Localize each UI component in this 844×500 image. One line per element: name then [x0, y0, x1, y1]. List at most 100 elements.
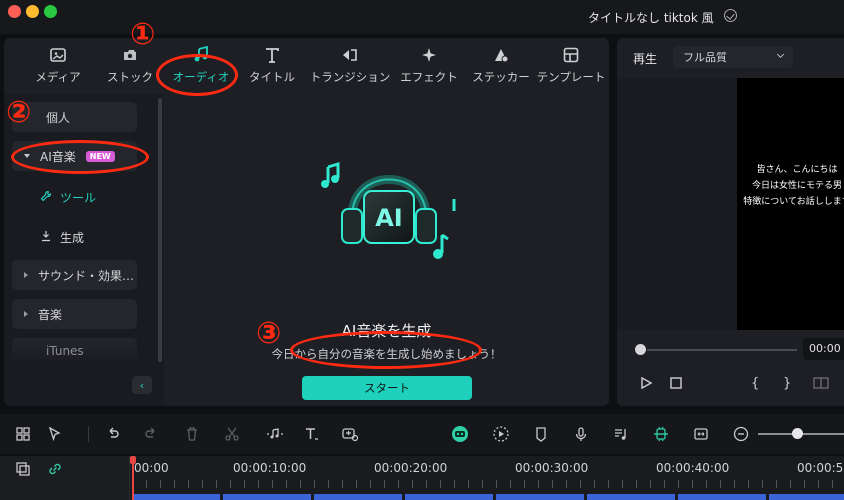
link-icon[interactable] — [46, 460, 64, 478]
tab-label: タイトル — [249, 70, 295, 84]
collapse-sidebar-button[interactable]: ‹ — [132, 376, 152, 394]
ai-headphones-icon: AI — [321, 161, 456, 259]
ai-assistant-icon[interactable] — [451, 425, 469, 443]
sidebar-item-label: iTunes — [46, 344, 84, 358]
transition-icon — [339, 44, 361, 66]
tab-label: ステッカー — [472, 70, 530, 84]
zoom-out-icon[interactable] — [732, 425, 750, 443]
tab-titles[interactable]: タイトル — [244, 44, 300, 92]
ruler-ticks — [132, 480, 844, 488]
minimize-window-button[interactable] — [26, 5, 39, 18]
template-icon — [560, 44, 582, 66]
caret-right-icon — [24, 311, 28, 317]
stop-icon[interactable] — [669, 376, 683, 394]
zoom-slider-handle[interactable] — [792, 428, 803, 439]
svg-text:AI: AI — [375, 204, 403, 232]
caption-line: 皆さん、こんにちは — [756, 165, 838, 175]
music-list-icon[interactable] — [612, 425, 630, 443]
check-circle-icon[interactable] — [724, 9, 737, 22]
track-header — [0, 456, 130, 500]
start-button[interactable]: スタート — [302, 376, 472, 400]
tab-label: ストック — [107, 70, 153, 84]
quality-select[interactable]: フル品質 — [673, 46, 793, 68]
marker-icon[interactable] — [532, 425, 550, 443]
tab-effects[interactable]: エフェクト — [398, 44, 460, 92]
preview-panel: 再生 フル品質 皆さん、こんにちは 今日は女性にモテる男 特徴についてお話ししま… — [617, 38, 844, 406]
text-tool-icon[interactable] — [303, 425, 321, 443]
annotation-circle-audio-tab — [156, 54, 238, 96]
ruler-label: 00:00:5 — [797, 461, 844, 475]
sidebar-scrollbar[interactable] — [158, 98, 162, 362]
video-clip-track[interactable] — [132, 494, 844, 500]
split-view-icon[interactable] — [813, 376, 829, 394]
media-icon — [47, 44, 69, 66]
chevron-down-icon — [776, 50, 785, 59]
annotation-number-one: ① — [130, 17, 156, 52]
sidebar-item-music[interactable]: 音楽 — [12, 299, 137, 329]
tab-templates[interactable]: テンプレート — [535, 44, 607, 92]
sidebar-item-label: ツール — [60, 191, 97, 205]
playback-label: 再生 — [633, 52, 658, 66]
sidebar-item-generate[interactable]: 生成 — [40, 229, 84, 246]
chevron-left-icon: ‹ — [139, 378, 145, 392]
ruler-label: 00:00:30:00 — [515, 461, 589, 475]
current-time: 00:00 — [803, 338, 844, 360]
playback-controls: 00:00 { } — [617, 330, 844, 406]
ruler-label: 00:00:40:00 — [656, 461, 730, 475]
ai-cutout-icon[interactable] — [652, 425, 670, 443]
sidebar-item-label: 生成 — [60, 231, 85, 245]
library-tabs: メディア ストック オーディオ タイトル トランジション エフェクト ステッカー… — [4, 38, 609, 94]
sticker-icon — [490, 44, 512, 66]
annotation-number-two: ② — [6, 95, 32, 130]
tab-media[interactable]: メディア — [32, 44, 84, 92]
tab-label: エフェクト — [400, 70, 458, 84]
redo-icon[interactable] — [142, 425, 160, 443]
play-icon[interactable] — [639, 376, 653, 394]
annotation-circle-ai-music — [11, 140, 149, 174]
playback-speed-icon[interactable] — [492, 425, 510, 443]
annotation-number-three: ③ — [256, 316, 282, 351]
select-cursor-icon[interactable] — [46, 425, 64, 443]
mark-out-button[interactable]: } — [783, 376, 791, 391]
sidebar-item-tool[interactable]: ツール — [40, 189, 96, 206]
quality-value: フル品質 — [683, 51, 727, 64]
toolbar-divider — [88, 426, 89, 442]
scrub-track[interactable] — [647, 349, 797, 351]
tab-label: テンプレート — [536, 70, 606, 84]
fit-timeline-icon[interactable] — [692, 425, 710, 443]
sidebar-item-label: 個人 — [46, 110, 71, 125]
ruler-label: 00:00:20:00 — [374, 461, 448, 475]
sidebar-item-itunes[interactable]: iTunes — [12, 338, 137, 364]
annotation-circle-start — [290, 331, 482, 369]
auto-caption-icon[interactable] — [341, 425, 359, 443]
close-window-button[interactable] — [8, 5, 21, 18]
title-bar: タイトルなし tiktok 風 — [0, 0, 844, 34]
wrench-icon — [40, 190, 52, 205]
sidebar-item-label: 音楽 — [38, 307, 63, 322]
grid-layout-icon[interactable] — [14, 425, 32, 443]
playhead-handle[interactable] — [130, 456, 136, 464]
delete-icon[interactable] — [183, 425, 201, 443]
caption-line: 今日は女性にモテる男 — [751, 181, 842, 191]
window-title: タイトルなし tiktok 風 — [588, 11, 714, 25]
tab-label: トランジション — [309, 70, 391, 84]
caption-line: 特徴についてお話しします — [743, 197, 844, 207]
scrub-handle[interactable] — [635, 344, 646, 355]
microphone-icon[interactable] — [572, 425, 590, 443]
download-icon — [40, 230, 52, 245]
caret-right-icon — [24, 272, 28, 278]
tab-transitions[interactable]: トランジション — [309, 44, 391, 92]
tab-stickers[interactable]: ステッカー — [469, 44, 533, 92]
sidebar-item-label: サウンド・効果… — [38, 268, 135, 283]
scissors-icon[interactable] — [223, 425, 241, 443]
zoom-window-button[interactable] — [44, 5, 57, 18]
undo-icon[interactable] — [104, 425, 122, 443]
timeline-toolbar — [0, 414, 844, 454]
ruler-label: 00:00:10:00 — [233, 461, 307, 475]
sidebar-item-sound-effects[interactable]: サウンド・効果… — [12, 260, 137, 290]
title-t-icon — [261, 44, 283, 66]
add-track-icon[interactable] — [14, 460, 32, 478]
ruler-label: 00:00 — [134, 461, 169, 475]
audio-split-icon[interactable] — [263, 425, 287, 443]
mark-in-button[interactable]: { — [751, 376, 759, 391]
